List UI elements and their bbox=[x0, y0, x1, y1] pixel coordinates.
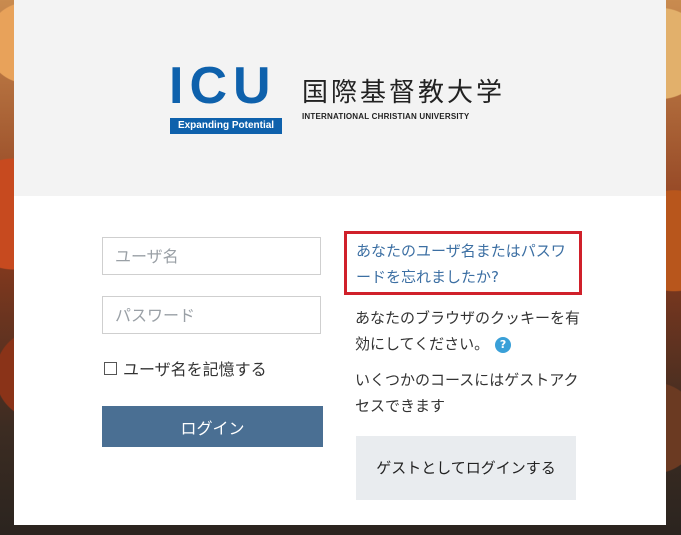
remember-checkbox[interactable] bbox=[104, 361, 117, 375]
forgot-credentials-highlight: あなたのユーザ名またはパスワードを忘れましたか? bbox=[344, 231, 582, 295]
cookie-notice: あなたのブラウザのクッキーを有効にしてください。? bbox=[355, 305, 587, 357]
guest-login-button[interactable]: ゲストとしてログインする bbox=[356, 436, 576, 500]
site-header: ICU Expanding Potential 国際基督教大学 INTERNAT… bbox=[14, 0, 666, 196]
forgot-credentials-link[interactable]: あなたのユーザ名またはパスワードを忘れましたか? bbox=[356, 242, 566, 286]
logo-japanese-name: 国際基督教大学 bbox=[302, 78, 506, 108]
guest-access-text: いくつかのコースにはゲストアクセスできます bbox=[355, 371, 579, 415]
question-icon[interactable]: ? bbox=[495, 336, 512, 353]
logo-english-name: INTERNATIONAL CHRISTIAN UNIVERSITY bbox=[302, 112, 470, 121]
logo-tagline: Expanding Potential bbox=[170, 118, 282, 134]
logo-mark: ICU bbox=[169, 57, 277, 115]
login-button[interactable]: ログイン bbox=[102, 406, 323, 447]
remember-username[interactable]: ユーザ名を記憶する bbox=[102, 357, 267, 379]
username-input[interactable] bbox=[102, 237, 321, 275]
cookie-text: あなたのブラウザのクッキーを有効にしてください。 bbox=[355, 309, 581, 353]
remember-label: ユーザ名を記憶する bbox=[123, 360, 267, 379]
login-panel: ICU Expanding Potential 国際基督教大学 INTERNAT… bbox=[14, 0, 666, 525]
password-input[interactable] bbox=[102, 296, 321, 334]
icu-logo: ICU Expanding Potential 国際基督教大学 INTERNAT… bbox=[169, 60, 519, 140]
